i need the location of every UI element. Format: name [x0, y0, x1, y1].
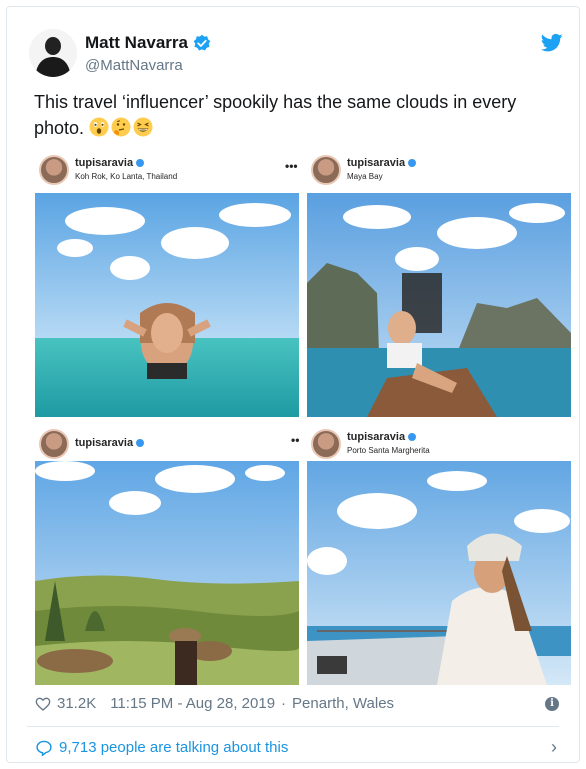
media-post-2[interactable]: tupisaravia Maya Bay ••• [285, 151, 571, 417]
meta-separator: · [281, 695, 287, 712]
tweet-card: Matt Navarra @MattNavarra This travel ‘i… [6, 6, 580, 763]
photo-rice-terraces [35, 461, 299, 685]
author-name[interactable]: Matt Navarra [85, 33, 211, 53]
post-username-text: tupisaravia [347, 157, 406, 169]
astonished-face-icon [89, 117, 109, 137]
post-header: tupisaravia Koh Rok, Ko Lanta, Thailand [35, 151, 299, 193]
tweet-meta: 31.2K 11:15 PM - Aug 28, 2019 · Penarth,… [35, 695, 394, 712]
conversation-link[interactable]: 9,713 people are talking about this [35, 739, 288, 756]
verified-dot-icon [408, 433, 417, 441]
media-grid[interactable]: tupisaravia Koh Rok, Ko Lanta, Thailand [35, 151, 571, 685]
photo-beach-swim [35, 193, 299, 417]
post-photo [35, 193, 299, 417]
info-icon[interactable]: i [545, 697, 559, 711]
divider [27, 726, 559, 727]
instagram-avatar [39, 429, 69, 459]
author-name-text[interactable]: Matt Navarra [85, 33, 188, 53]
tweet-location[interactable]: Penarth, Wales [292, 695, 394, 712]
post-header: tupisaravia Maya Bay [307, 151, 571, 193]
post-photo [307, 461, 571, 685]
post-location: Maya Bay [347, 172, 383, 181]
instagram-avatar [311, 155, 341, 185]
verified-dot-icon [136, 439, 145, 447]
post-username: tupisaravia [75, 157, 145, 169]
reply-bubble-icon [36, 740, 52, 756]
instagram-avatar [39, 155, 69, 185]
more-options-icon[interactable]: ••• [285, 159, 298, 173]
instagram-avatar [311, 429, 341, 459]
verified-badge-icon [193, 34, 211, 51]
media-post-1[interactable]: tupisaravia Koh Rok, Ko Lanta, Thailand [35, 151, 299, 417]
chevron-right-icon[interactable]: › [551, 737, 557, 758]
conversation-text[interactable]: 9,713 people are talking about this [59, 739, 288, 756]
media-post-3[interactable]: tupisaravia [35, 425, 299, 685]
tweet-timestamp[interactable]: 11:15 PM - Aug 28, 2019 [110, 695, 275, 712]
thinking-face-icon [111, 117, 131, 137]
post-photo [35, 461, 299, 685]
post-location: Koh Rok, Ko Lanta, Thailand [75, 172, 178, 181]
verified-dot-icon [408, 159, 417, 167]
post-username: tupisaravia [347, 431, 417, 443]
post-username-text: tupisaravia [75, 437, 134, 449]
post-username: tupisaravia [75, 437, 145, 449]
twitter-bird-icon[interactable] [541, 33, 563, 53]
grinning-squinting-face-icon [133, 117, 153, 137]
media-post-4[interactable]: tupisaravia Porto Santa Margherita •• [291, 425, 571, 685]
verified-dot-icon [136, 159, 145, 167]
author-avatar[interactable] [29, 29, 77, 77]
tweet-text: This travel ‘influencer’ spookily has th… [34, 89, 554, 141]
post-location: Porto Santa Margherita [347, 446, 430, 455]
post-username-text: tupisaravia [347, 431, 406, 443]
post-username-text: tupisaravia [75, 157, 134, 169]
more-options-icon[interactable]: •• [291, 433, 299, 447]
post-photo [307, 193, 571, 417]
author-handle[interactable]: @MattNavarra [85, 57, 183, 74]
heart-icon[interactable] [35, 696, 51, 712]
photo-maya-bay [307, 193, 571, 417]
photo-boat-santa-margherita [307, 461, 571, 685]
post-username: tupisaravia [347, 157, 417, 169]
like-count[interactable]: 31.2K [57, 695, 96, 712]
